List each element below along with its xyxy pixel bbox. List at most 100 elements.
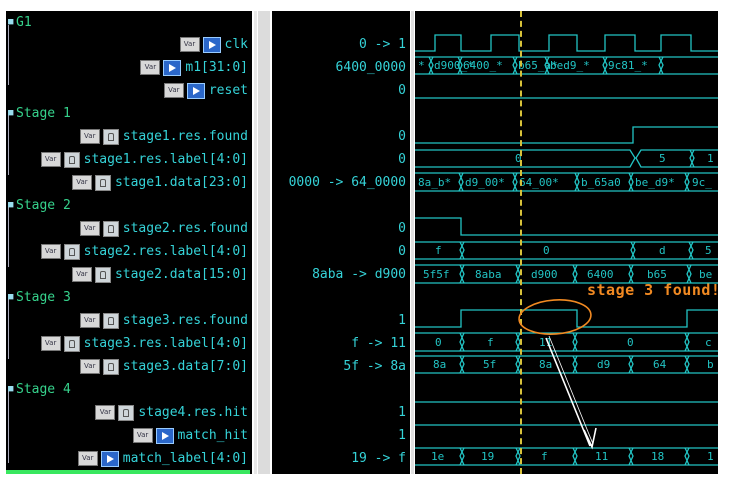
wave-match-label (415, 447, 718, 466)
match-label-seg-1: 19 (481, 450, 494, 463)
time-cursor[interactable] (520, 11, 522, 474)
signal-row-clk[interactable]: Var clk (6, 33, 252, 56)
signal-row-stage1-label[interactable]: Var stage1.res.label[4:0] (6, 148, 252, 171)
expand-icon[interactable]: ■ (8, 102, 16, 125)
value-stage2-data: 8aba -> d900 (312, 267, 406, 282)
vertical-scrollbar[interactable] (258, 11, 270, 474)
var-badge-icon: Var (79, 129, 100, 144)
lock-icon (63, 335, 80, 352)
value-stage2-found: 0 (398, 221, 406, 236)
s3-label-seg-3: 0 (627, 336, 634, 349)
s2-data-seg-0: 5f5f (423, 268, 450, 281)
group-stage3[interactable]: ■ Stage 3 (6, 286, 252, 309)
group-stage2[interactable]: ■ Stage 2 (6, 194, 252, 217)
wave-stage3-found (415, 309, 718, 328)
s1-data-seg-1: d9_00* (465, 176, 505, 189)
var-badge-icon: Var (40, 244, 61, 259)
lock-icon (118, 404, 135, 421)
s3-label-seg-2: 11 (539, 336, 552, 349)
signal-row-stage3-found[interactable]: Var stage3.res.found (6, 309, 252, 332)
signal-row-stage3-label[interactable]: Var stage3.res.label[4:0] (6, 332, 252, 355)
value-stage4-hit: 1 (398, 405, 406, 420)
group-stage4[interactable]: ■ Stage 4 (6, 378, 252, 401)
s1-data-seg-5: 9c_ (692, 176, 712, 189)
lock-icon (102, 220, 119, 237)
expand-icon[interactable]: ■ (8, 11, 16, 34)
var-badge-icon: Var (95, 405, 116, 420)
match-label-seg-0: 1e (431, 450, 444, 463)
group-g1[interactable]: ■ G1 (6, 11, 252, 34)
value-stage3-data: 5f -> 8a (343, 359, 406, 374)
pane-splitter-2[interactable] (411, 11, 414, 474)
lock-icon (63, 243, 80, 260)
expand-icon[interactable]: ■ (8, 378, 16, 401)
signal-row-stage2-label[interactable]: Var stage2.res.label[4:0] (6, 240, 252, 263)
signal-row-stage1-found[interactable]: Var stage1.res.found (6, 125, 252, 148)
value-clk: 0 -> 1 (359, 37, 406, 52)
wave-stage2-label (415, 241, 718, 260)
wave-clk (415, 34, 718, 52)
s1-label-seg-1: 5 (659, 152, 666, 165)
pane-splitter[interactable] (254, 11, 257, 474)
value-reset: 0 (398, 83, 406, 98)
var-badge-icon: Var (79, 359, 100, 374)
output-arrow-icon (155, 427, 174, 444)
match-label-seg-2: f (541, 450, 548, 463)
s3-label-seg-1: f (487, 336, 494, 349)
s1-data-seg-0: 8a_b* (418, 176, 451, 189)
s3-data-seg-5: b (707, 358, 714, 371)
m1-seg-0: * (418, 59, 425, 72)
expand-icon[interactable]: ■ (8, 194, 16, 217)
wave-stage1-label (415, 149, 718, 168)
lock-icon (63, 151, 80, 168)
var-badge-icon: Var (71, 267, 92, 282)
s2-label-seg-2: d (659, 244, 666, 257)
s2-data-seg-1: 8aba (475, 268, 502, 281)
waveform-panel[interactable]: * d900_* 6400_* b65_a* bed9_* 9c81_* 0 5… (415, 11, 718, 474)
s2-data-seg-3: 6400 (587, 268, 614, 281)
s1-data-seg-2: 64_00* (519, 176, 559, 189)
lock-icon (102, 358, 119, 375)
waveform-canvas: * d900_* 6400_* b65_a* bed9_* 9c81_* 0 5… (415, 34, 718, 466)
wave-stage2-found (415, 217, 718, 236)
m1-seg-5: 9c81_* (608, 59, 648, 72)
annotation-text: stage 3 found! (587, 281, 721, 299)
var-badge-icon: Var (40, 152, 61, 167)
selection-bar (6, 470, 250, 474)
input-arrow-icon (186, 82, 205, 99)
s3-data-seg-1: 5f (483, 358, 496, 371)
signal-row-match-label[interactable]: Var match_label[4:0] (6, 447, 252, 470)
match-label-seg-5: 1 (707, 450, 714, 463)
s2-label-seg-0: f (435, 244, 442, 257)
s1-label-seg-2: 1 (707, 152, 714, 165)
s2-label-seg-3: 5 (705, 244, 712, 257)
signal-row-stage4-hit[interactable]: Var stage4.res.hit (6, 401, 252, 424)
s3-data-seg-0: 8a (433, 358, 446, 371)
m1-seg-2: 6400_* (463, 59, 503, 72)
signal-row-match-hit[interactable]: Var match_hit (6, 424, 252, 447)
s2-label-seg-1: 0 (543, 244, 550, 257)
signal-row-stage2-data[interactable]: Var stage2.data[15:0] (6, 263, 252, 286)
s3-data-seg-3: d9 (597, 358, 610, 371)
wave-stage3-data (415, 355, 718, 374)
expand-icon[interactable]: ■ (8, 286, 16, 309)
signal-row-stage2-found[interactable]: Var stage2.res.found (6, 217, 252, 240)
lock-icon (94, 174, 111, 191)
signal-row-m1[interactable]: Var m1[31:0] (6, 56, 252, 79)
s1-data-seg-4: be_d9* (635, 176, 675, 189)
value-stage3-found: 1 (398, 313, 406, 328)
input-arrow-icon (202, 36, 221, 53)
s3-data-seg-4: 64 (653, 358, 667, 371)
signal-row-reset[interactable]: Var reset (6, 79, 252, 102)
wave-stage1-found (415, 126, 718, 144)
signal-row-stage1-data[interactable]: Var stage1.data[23:0] (6, 171, 252, 194)
value-stage1-data: 0000 -> 64_0000 (288, 175, 406, 190)
group-stage1[interactable]: ■ Stage 1 (6, 102, 252, 125)
lock-icon (102, 128, 119, 145)
signal-row-stage3-data[interactable]: Var stage3.data[7:0] (6, 355, 252, 378)
signal-values-panel: 0 -> 1 6400_0000 0 0 0 0000 -> 64_0000 0… (272, 11, 410, 474)
match-label-seg-4: 18 (651, 450, 664, 463)
value-stage1-label: 0 (398, 152, 406, 167)
var-badge-icon: Var (140, 60, 161, 75)
s3-label-seg-4: c (705, 336, 712, 349)
